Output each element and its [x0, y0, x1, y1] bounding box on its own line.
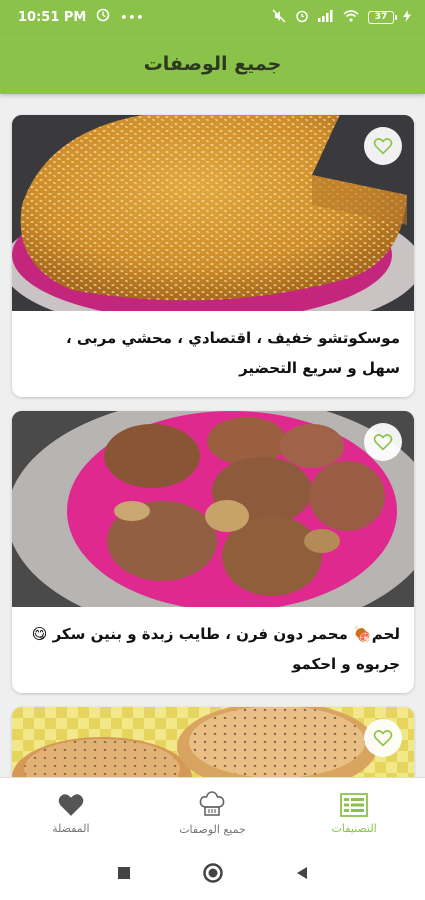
bottom-navigation: المفضلة جميع الوصفات التصنيفات — [0, 777, 425, 849]
heart-outline-icon — [373, 730, 393, 747]
charging-icon — [403, 9, 411, 25]
recipe-feed[interactable]: موسكوتشو خفيف ، اقتصادي ، محشي مربى ، سه… — [0, 94, 425, 777]
tab-favorites[interactable]: المفضلة — [1, 792, 141, 835]
battery-icon: 37 — [368, 10, 397, 24]
alarm-icon — [295, 9, 309, 26]
recipe-card[interactable] — [12, 707, 414, 777]
tab-all-recipes[interactable]: جميع الوصفات — [142, 791, 282, 836]
heart-outline-icon — [373, 138, 393, 155]
chef-hat-icon — [200, 791, 225, 816]
heart-outline-icon — [373, 434, 393, 451]
page-title: جميع الوصفات — [143, 53, 282, 75]
tab-favorites-label: المفضلة — [52, 822, 90, 835]
data-saver-icon — [96, 8, 110, 26]
recipe-card[interactable]: لحم🍖 محمر دون فرن ، طايب زبدة و بنين سكر… — [12, 411, 414, 693]
circle-icon — [202, 862, 223, 883]
square-icon — [117, 866, 130, 879]
app-bar: جميع الوصفات — [0, 34, 425, 94]
mute-icon — [272, 8, 286, 26]
tab-categories[interactable]: التصنيفات — [284, 792, 424, 835]
recipe-title: لحم🍖 محمر دون فرن ، طايب زبدة و بنين سكر… — [31, 625, 400, 673]
more-notifications-icon: ••• — [120, 10, 145, 24]
recents-button[interactable] — [116, 865, 132, 885]
bread-photo[interactable] — [12, 707, 414, 777]
roasted-meat-photo[interactable] — [12, 411, 414, 607]
system-navigation-bar — [0, 849, 425, 900]
tab-categories-label: التصنيفات — [331, 821, 377, 835]
favorite-button[interactable] — [364, 423, 402, 461]
recipe-title: موسكوتشو خفيف ، اقتصادي ، محشي مربى ، سه… — [65, 329, 400, 377]
recipe-card[interactable]: موسكوتشو خفيف ، اقتصادي ، محشي مربى ، سه… — [12, 115, 414, 397]
status-bar: 10:51 PM ••• 37 — [0, 0, 425, 34]
back-button[interactable] — [294, 865, 310, 885]
status-time: 10:51 PM — [18, 9, 87, 25]
signal-icon — [318, 9, 334, 25]
heart-icon — [58, 794, 84, 816]
tab-all-recipes-label: جميع الوصفات — [179, 823, 246, 836]
back-triangle-icon — [296, 866, 307, 879]
home-button[interactable] — [202, 862, 224, 888]
sesame-cake-photo[interactable] — [12, 115, 414, 311]
wifi-icon — [343, 9, 359, 25]
favorite-button[interactable] — [364, 719, 402, 757]
list-icon — [340, 792, 369, 817]
favorite-button[interactable] — [364, 127, 402, 165]
